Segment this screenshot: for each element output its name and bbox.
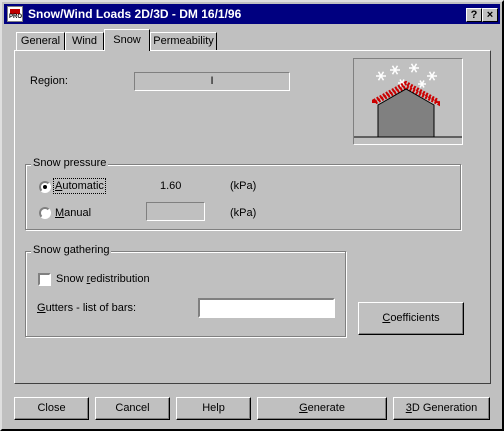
snow-pressure-title: Snow pressure <box>31 157 109 169</box>
coefficients-button[interactable]: Coefficients <box>358 302 464 335</box>
window-title: Snow/Wind Loads 2D/3D - DM 16/1/96 <box>28 7 242 21</box>
3d-generation-button[interactable]: 3D Generation <box>393 397 490 420</box>
manual-unit: (kPa) <box>230 207 257 219</box>
snow-redistribution-checkbox[interactable] <box>38 273 51 286</box>
tab-snow[interactable]: Snow <box>104 29 150 51</box>
snow-load-picture <box>353 58 463 145</box>
snow-house-icon <box>354 63 462 138</box>
snow-redistribution-label[interactable]: Snow redistribution <box>56 273 150 285</box>
region-label: Region: <box>30 75 68 87</box>
snow-gathering-group <box>25 251 346 337</box>
tab-wind[interactable]: Wind <box>65 32 104 50</box>
close-title-button[interactable]: × <box>482 8 498 22</box>
automatic-label[interactable]: Automatic <box>53 178 106 194</box>
radio-selected-dot <box>43 185 47 189</box>
tab-general[interactable]: General <box>16 32 65 50</box>
gutters-input[interactable] <box>198 298 335 318</box>
snow-pressure-group <box>25 164 461 230</box>
help-button[interactable]: Help <box>176 397 251 420</box>
automatic-unit: (kPa) <box>230 180 257 192</box>
manual-radio[interactable] <box>39 207 51 219</box>
cancel-button[interactable]: Cancel <box>95 397 170 420</box>
snow-gathering-title: Snow gathering <box>31 244 112 256</box>
automatic-value: 1.60 <box>160 180 182 192</box>
title-bar[interactable]: PRO Snow/Wind Loads 2D/3D - DM 16/1/96 ?… <box>4 4 500 24</box>
manual-value-field[interactable] <box>146 202 205 221</box>
automatic-radio[interactable] <box>39 181 51 193</box>
tab-snow-label: Snow <box>113 34 141 46</box>
region-value: I <box>210 75 214 87</box>
app-icon[interactable]: PRO <box>7 6 23 22</box>
gutters-label: Gutters - list of bars: <box>37 302 137 314</box>
tab-permeability[interactable]: Permeability <box>150 32 217 50</box>
generate-button[interactable]: Generate <box>257 397 387 420</box>
close-button[interactable]: Close <box>14 397 89 420</box>
help-title-button[interactable]: ? <box>466 8 482 22</box>
manual-label[interactable]: Manual <box>55 207 91 219</box>
region-field: I <box>134 72 290 91</box>
